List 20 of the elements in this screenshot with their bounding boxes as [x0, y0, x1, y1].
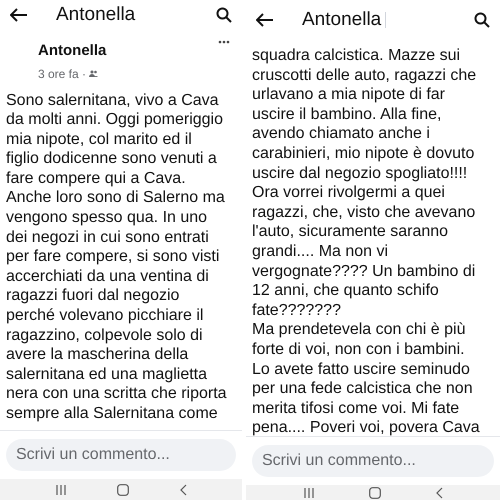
more-icon[interactable]	[218, 40, 230, 44]
post-text: Sono salernitana, vivo a Cava da molti anni. Oggi pomeriggio mia nipote, col marito ed il figlio dodicenne sono venuti a fare compere qui a Cava. Anche loro sono di Salerno ma vengono spesso qua. In uno dei negozi in cui sono entrati per fare compere, si sono visti accerchiati da una ventina di ragazzi fuori dal negozio perché volevano picchiare il ragazzino, colpevole solo di avere la mascherina della salernitana ed una maglietta nera con una scritta che riporta sempre alla Salernitana come	[5, 90, 228, 424]
post-time: 3 ore fa ·	[38, 66, 86, 82]
header-title: Antonella	[56, 2, 136, 27]
friends-icon	[89, 70, 98, 77]
comment-field[interactable]: Scrivi un commento...	[6, 439, 236, 471]
home-icon[interactable]	[368, 486, 380, 498]
recent-apps-icon[interactable]	[304, 488, 314, 498]
post-text: squadra calcistica. Mazze sui cruscotti delle auto, ragazzi che urlavano a mia nipote di far uscire il bambino. Alla fine, avendo chiamato anche i carabinieri, mio nipote è dovuto uscire dal negozio spogliato!!!! Ora vorrei rivolgermi a quei ragazzi, che, visto che avevano l'auto, sicuramente saranno grandi.... Ma non vi vergognate???? Un bambino di 12 anni, che quanto schifo fate??????? Ma prendetevela con chi è più forte di voi, non con i bambini. Lo avete fatto uscire seminudo per una fede calcistica che non merita tifosi come voi. Mi fate pena.... Poveri voi, povera Cava	[251, 46, 481, 438]
back-icon[interactable]	[256, 13, 274, 27]
search-icon[interactable]	[474, 12, 490, 28]
author-name[interactable]: Antonella	[38, 40, 106, 62]
comment-field[interactable]: Scrivi un commento...	[252, 445, 494, 477]
search-icon[interactable]	[216, 7, 232, 23]
back-icon[interactable]	[10, 8, 28, 22]
back-nav-icon[interactable]	[436, 486, 442, 498]
recent-apps-icon[interactable]	[56, 484, 66, 494]
header-title: Antonella	[302, 8, 382, 32]
back-nav-icon[interactable]	[180, 484, 186, 496]
home-icon[interactable]	[116, 484, 128, 496]
